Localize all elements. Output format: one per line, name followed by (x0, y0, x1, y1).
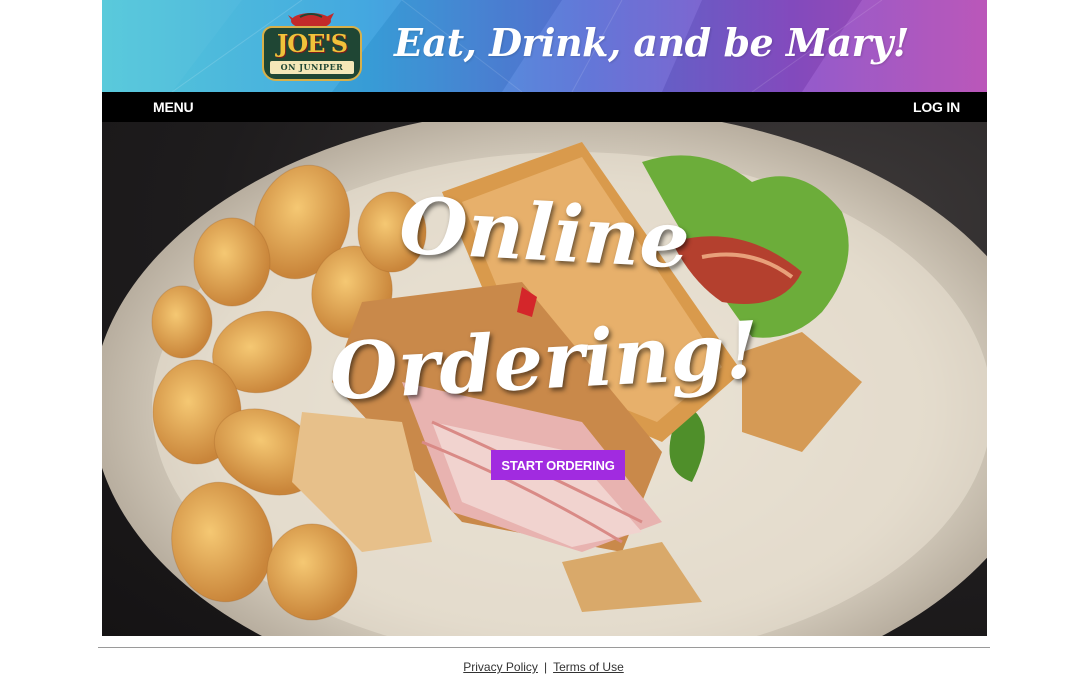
joes-logo[interactable]: JOE'S ON JUNIPER (262, 9, 364, 83)
logo-subtitle: ON JUNIPER (270, 61, 354, 74)
menu-link[interactable]: MENU (153, 92, 194, 122)
banner-tagline: Eat, Drink, and be Mary! (394, 20, 909, 65)
top-navbar: MENU LOG IN (102, 92, 987, 122)
page-container: JOE'S ON JUNIPER Eat, Drink, and be Mary… (102, 0, 987, 636)
hero-section: Online Ordering! START ORDERING (102, 122, 987, 636)
terms-of-use-link[interactable]: Terms of Use (553, 660, 624, 674)
footer-divider (98, 647, 990, 648)
logo-wordmark: JOE'S (276, 29, 348, 58)
footer-separator: | (543, 660, 548, 674)
header-banner: JOE'S ON JUNIPER Eat, Drink, and be Mary… (102, 0, 987, 92)
login-link[interactable]: LOG IN (913, 92, 960, 122)
footer: Privacy Policy | Terms of Use (0, 660, 1087, 674)
privacy-policy-link[interactable]: Privacy Policy (463, 660, 538, 674)
start-ordering-button[interactable]: START ORDERING (491, 450, 625, 480)
